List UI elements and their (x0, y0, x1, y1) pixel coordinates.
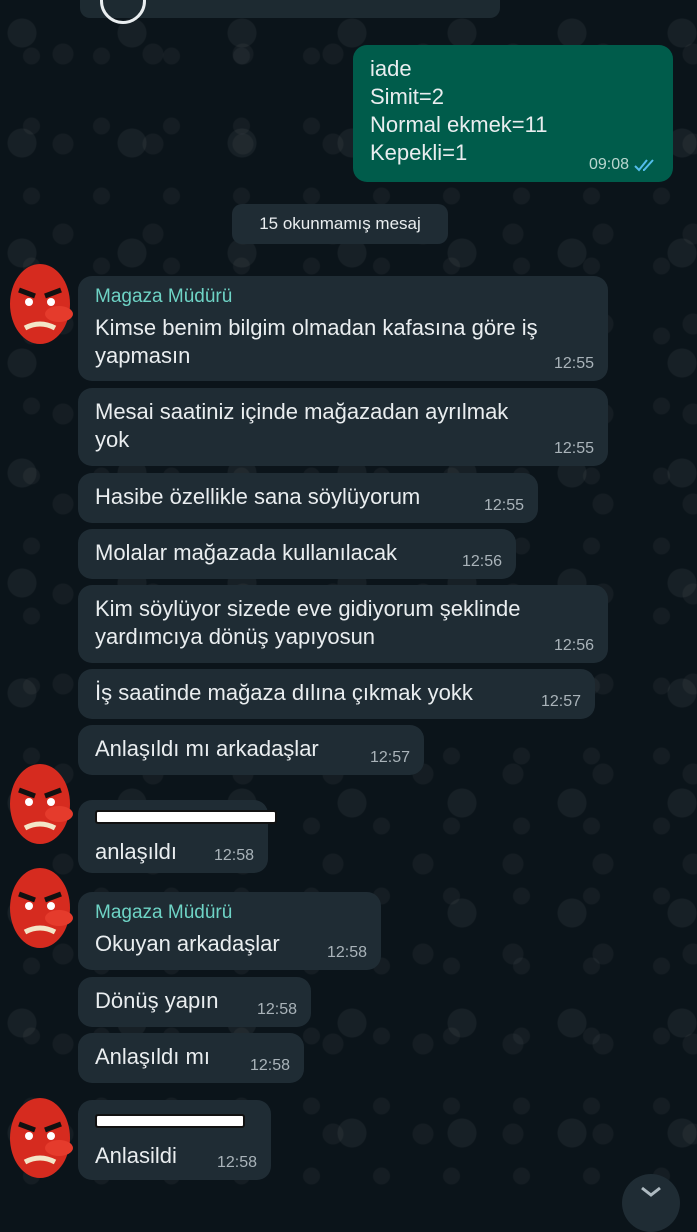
message-time: 12:58 (213, 847, 254, 864)
message-time: 12:58 (256, 1001, 297, 1018)
message-text: Anlaşıldı mı arkadaşlar (95, 736, 319, 761)
incoming-message[interactable]: Anlaşıldı mı arkadaşlar 12:57 (78, 725, 424, 775)
message-time: 12:57 (540, 693, 581, 710)
message-time: 09:08 (588, 156, 629, 173)
outgoing-message[interactable]: iade Simit=2 Normal ekmek=11 Kepekli=1 0… (353, 45, 673, 182)
message-time: 12:58 (326, 944, 367, 961)
message-time: 12:58 (249, 1057, 290, 1074)
sender-name[interactable]: Magaza Müdürü (95, 286, 592, 308)
red-tengu-mask-icon[interactable] (5, 758, 75, 850)
double-check-icon (634, 159, 654, 172)
message-time: 12:58 (216, 1154, 257, 1171)
redacted-sender-name (95, 1114, 245, 1128)
message-time: 12:56 (461, 553, 502, 570)
incoming-message[interactable]: Mesai saatiniz içinde mağazadan ayrılmak… (78, 388, 608, 466)
incoming-message[interactable]: Molalar mağazada kullanılacak 12:56 (78, 529, 516, 579)
message-text: Kim söylüyor sizede eve gidiyorum şeklin… (95, 596, 521, 649)
chevron-down-icon (641, 1186, 661, 1197)
message-text: Kimse benim bilgim olmadan kafasına göre… (95, 315, 538, 368)
incoming-message[interactable]: Magaza Müdürü Kimse benim bilgim olmadan… (78, 276, 608, 381)
sender-name[interactable]: Magaza Müdürü (95, 902, 365, 924)
red-tengu-mask-icon[interactable] (5, 1092, 75, 1184)
incoming-message[interactable]: Hasibe özellikle sana söylüyorum 12:55 (78, 473, 538, 523)
message-text: iade Simit=2 Normal ekmek=11 Kepekli=1 (370, 56, 548, 165)
incoming-message[interactable]: Dönüş yapın 12:58 (78, 977, 311, 1027)
message-time: 12:55 (553, 440, 594, 457)
unread-messages-divider: 15 okunmamış mesaj (232, 204, 448, 244)
red-tengu-mask-icon[interactable] (5, 258, 75, 350)
scroll-down-button[interactable] (622, 1174, 680, 1232)
message-text: İş saatinde mağaza dılına çıkmak yokk (95, 680, 473, 705)
message-text: Okuyan arkadaşlar (95, 931, 280, 956)
message-text: Mesai saatiniz içinde mağazadan ayrılmak… (95, 399, 509, 452)
message-text: Hasibe özellikle sana söylüyorum (95, 484, 421, 509)
message-text: Molalar mağazada kullanılacak (95, 540, 398, 565)
incoming-message[interactable]: Anlasildi 12:58 (78, 1100, 271, 1180)
message-time: 12:55 (483, 497, 524, 514)
message-time: 12:56 (553, 637, 594, 654)
red-tengu-mask-icon[interactable] (5, 862, 75, 954)
incoming-message[interactable]: anlaşıldı 12:58 (78, 800, 277, 873)
incoming-message[interactable]: İş saatinde mağaza dılına çıkmak yokk 12… (78, 669, 595, 719)
incoming-message[interactable]: Magaza Müdürü Okuyan arkadaşlar 12:58 (78, 892, 381, 970)
incoming-message[interactable]: Anlaşıldı mı 12:58 (78, 1033, 304, 1083)
message-time: 12:57 (369, 749, 410, 766)
incoming-message[interactable]: Kim söylüyor sizede eve gidiyorum şeklin… (78, 585, 608, 663)
message-time: 12:55 (553, 355, 594, 372)
redacted-sender-name (95, 810, 277, 824)
